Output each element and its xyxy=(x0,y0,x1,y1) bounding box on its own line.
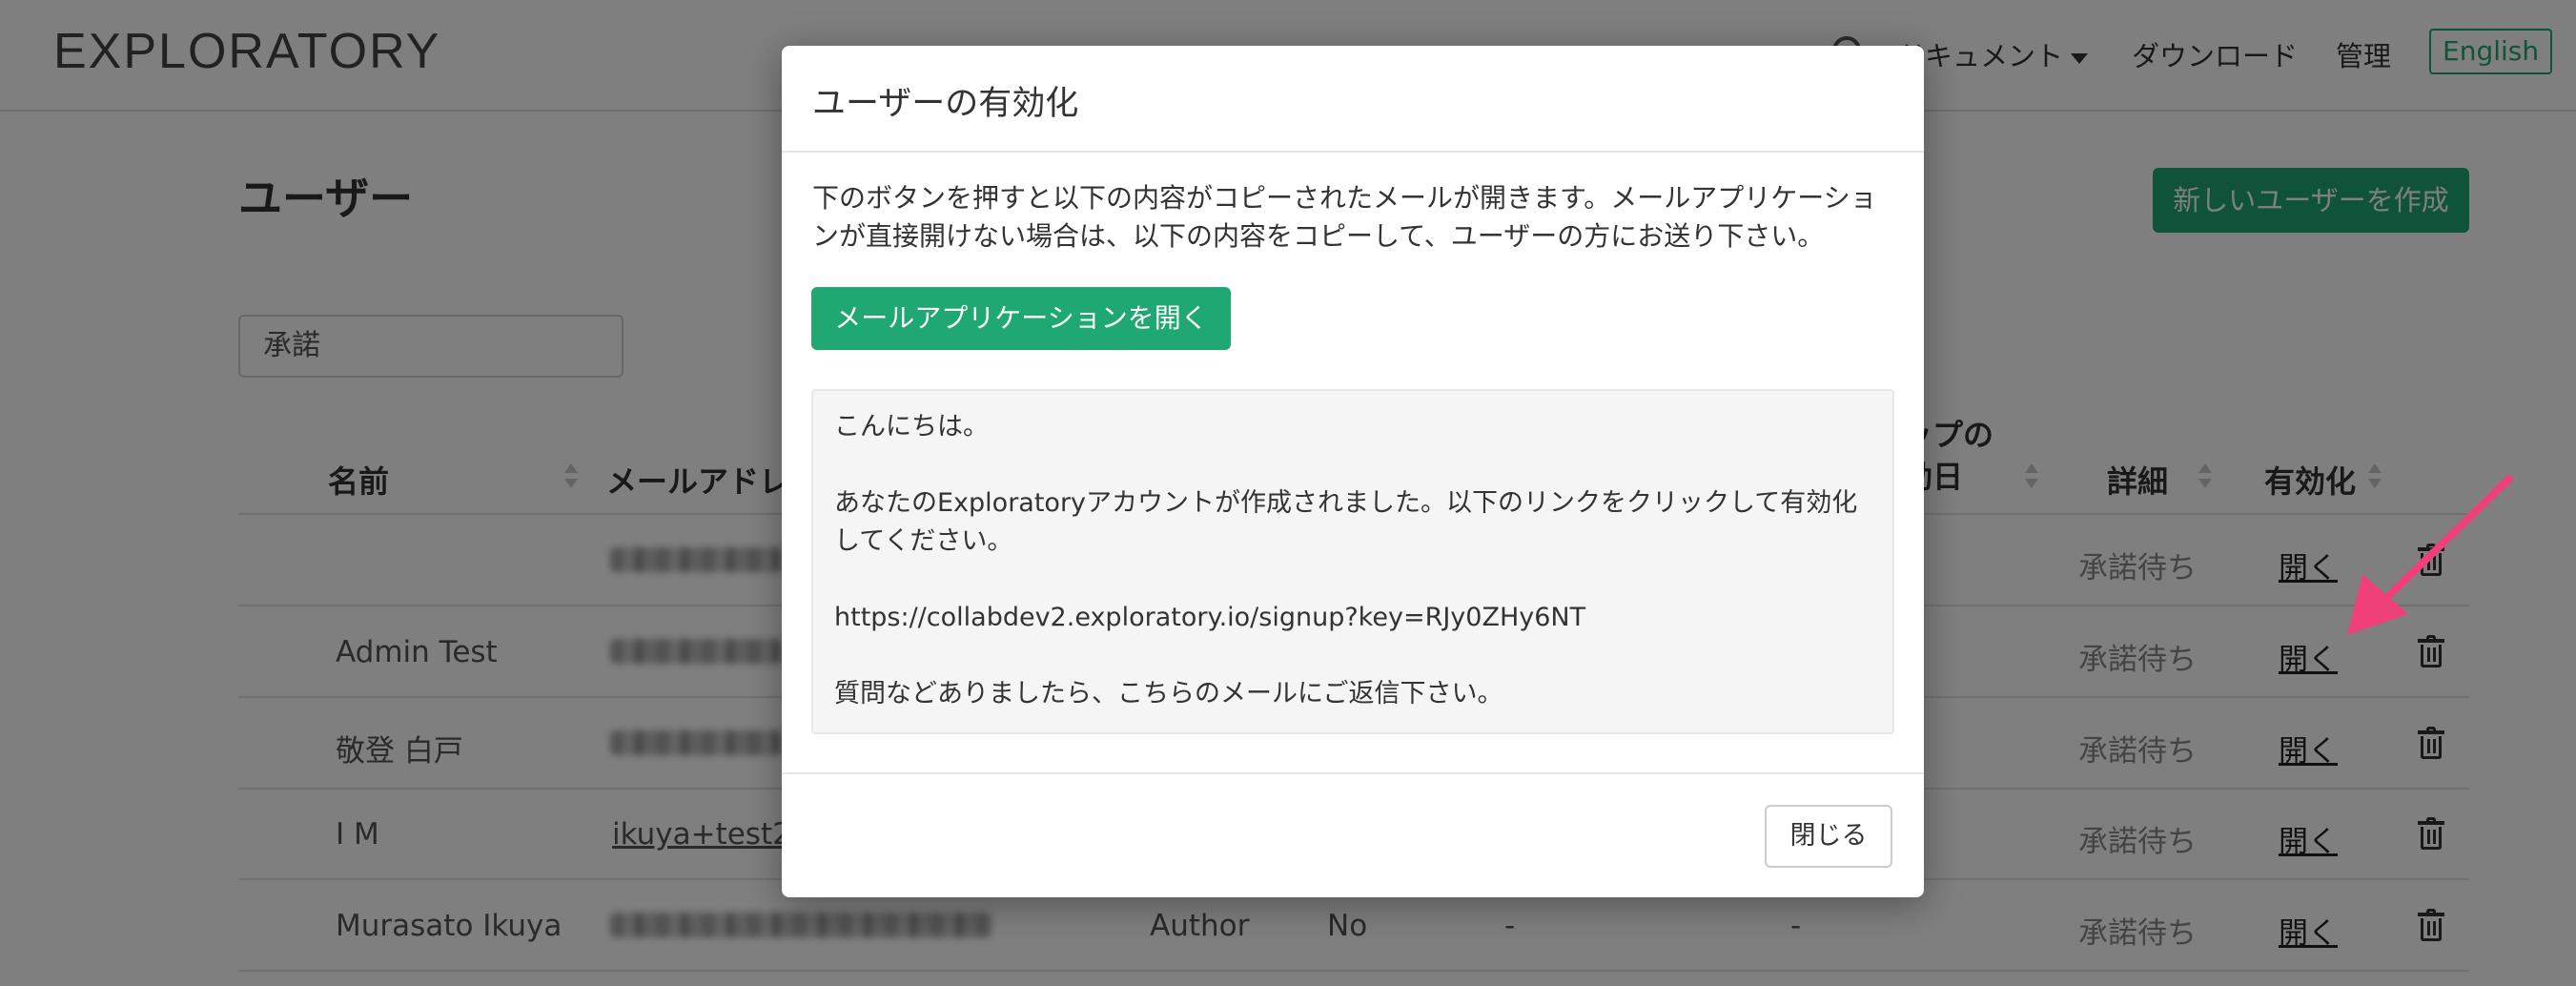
annotation-arrow-icon xyxy=(2347,475,2513,635)
